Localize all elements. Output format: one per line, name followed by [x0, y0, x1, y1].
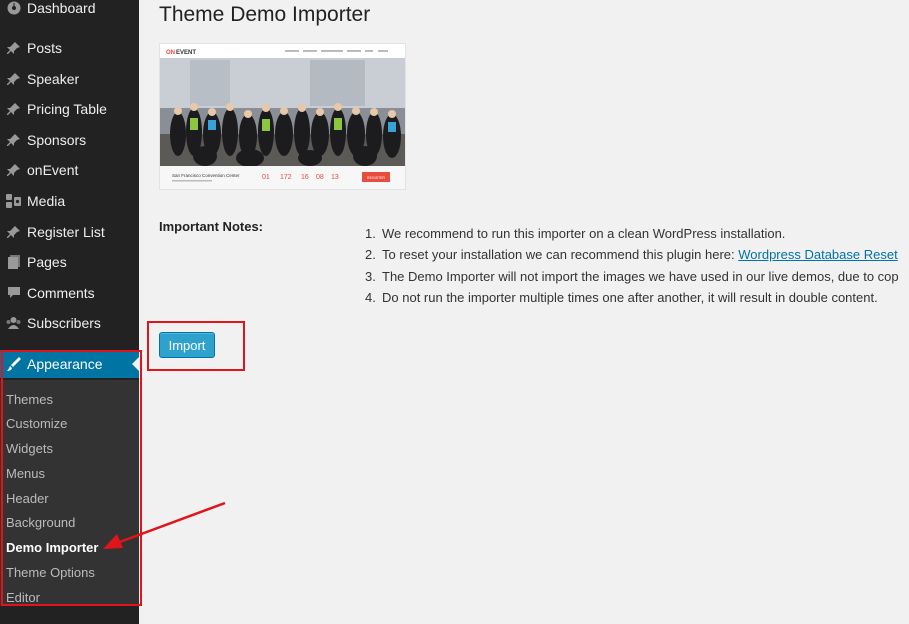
submenu-item-customize[interactable]: Customize [6, 416, 67, 431]
note-text: The Demo Importer will not import the im… [382, 269, 899, 284]
pin-icon [0, 133, 27, 147]
note-text: We recommend to run this importer on a c… [382, 226, 786, 241]
sidebar-item-label: Comments [27, 285, 95, 301]
preview-cta: REGISTER [367, 176, 385, 180]
submenu-item-demo-importer[interactable]: Demo Importer [6, 540, 98, 555]
sidebar-item-label: Dashboard [27, 0, 96, 16]
preview-count-minutes: 16 [301, 174, 309, 181]
pages-icon [0, 255, 27, 269]
submenu-item-header[interactable]: Header [6, 491, 49, 506]
submenu-item-theme-options[interactable]: Theme Options [6, 565, 95, 580]
submenu-item-menus[interactable]: Menus [6, 466, 45, 481]
note-item: 1. We recommend to run this importer on a… [365, 226, 785, 241]
preview-count-extra: 13 [331, 174, 339, 181]
sidebar-item-posts[interactable]: Posts [0, 34, 139, 62]
comment-icon [0, 286, 27, 300]
sidebar-item-pages[interactable]: Pages [0, 248, 139, 276]
note-item: 4. Do not run the importer multiple times… [365, 290, 878, 305]
sidebar-item-label: Speaker [27, 71, 80, 87]
pin-icon [0, 225, 27, 239]
preview-logo-suffix: EVENT [176, 50, 196, 56]
note-item: 2. To reset your installation we can reco… [365, 247, 898, 262]
submenu-item-editor[interactable]: Editor [6, 590, 40, 605]
preview-logo-prefix: ON [166, 50, 175, 56]
sidebar-item-label: Pricing Table [27, 101, 107, 117]
appearance-submenu: Themes Customize Widgets Menus Header Ba… [0, 380, 139, 606]
note-item: 3. The Demo Importer will not import the … [365, 269, 899, 284]
preview-count-hours: 172 [280, 174, 292, 181]
demo-preview-graphic: ON EVENT San Francisco Convention Center… [160, 44, 405, 189]
preview-count-days: 01 [262, 174, 270, 181]
sidebar-item-subscribers[interactable]: Subscribers [0, 309, 139, 337]
note-number: 1. [365, 226, 376, 241]
import-button[interactable]: Import [159, 332, 215, 358]
page-title: Theme Demo Importer [159, 3, 371, 26]
submenu-item-background[interactable]: Background [6, 515, 75, 530]
sidebar-item-sponsors[interactable]: Sponsors [0, 126, 139, 154]
pin-icon [0, 72, 27, 86]
media-icon [0, 194, 27, 208]
active-indicator [132, 357, 139, 371]
pin-icon [0, 163, 27, 177]
demo-preview-image: ON EVENT San Francisco Convention Center… [159, 43, 406, 190]
sidebar-item-label: Subscribers [27, 315, 101, 331]
sidebar-item-label: Media [27, 193, 66, 209]
sidebar-item-label: Pages [27, 254, 67, 270]
note-text: Do not run the importer multiple times o… [382, 290, 878, 305]
note-text: To reset your installation we can recomm… [382, 247, 739, 262]
note-number: 3. [365, 269, 376, 284]
preview-count-seconds: 08 [316, 174, 324, 181]
sidebar-item-label: Register List [27, 224, 105, 240]
users-icon [0, 316, 27, 330]
brush-icon [0, 357, 27, 371]
submenu-item-widgets[interactable]: Widgets [6, 441, 53, 456]
database-reset-link[interactable]: Wordpress Database Reset [738, 247, 897, 262]
sidebar-item-speaker[interactable]: Speaker [0, 65, 139, 93]
note-number: 4. [365, 290, 376, 305]
sidebar-item-onevent[interactable]: onEvent [0, 156, 139, 184]
sidebar-item-pricing-table[interactable]: Pricing Table [0, 95, 139, 123]
preview-venue: San Francisco Convention Center [172, 173, 240, 178]
sidebar-item-media[interactable]: Media [0, 187, 139, 215]
notes-heading: Important Notes: [159, 219, 263, 234]
sidebar-item-label: onEvent [27, 162, 79, 178]
dashboard-icon [0, 1, 27, 15]
sidebar-item-dashboard[interactable]: Dashboard [0, 0, 139, 22]
submenu-item-themes[interactable]: Themes [6, 392, 53, 407]
sidebar-item-comments[interactable]: Comments [0, 279, 139, 307]
sidebar-item-label: Appearance [27, 356, 103, 372]
sidebar-item-label: Posts [27, 40, 63, 56]
annotation-arrow [103, 501, 226, 549]
sidebar-item-label: Sponsors [27, 132, 87, 148]
sidebar-item-appearance[interactable]: Appearance [0, 350, 139, 378]
sidebar-item-register-list[interactable]: Register List [0, 218, 139, 246]
note-number: 2. [365, 247, 376, 262]
pin-icon [0, 102, 27, 116]
pin-icon [0, 41, 27, 55]
